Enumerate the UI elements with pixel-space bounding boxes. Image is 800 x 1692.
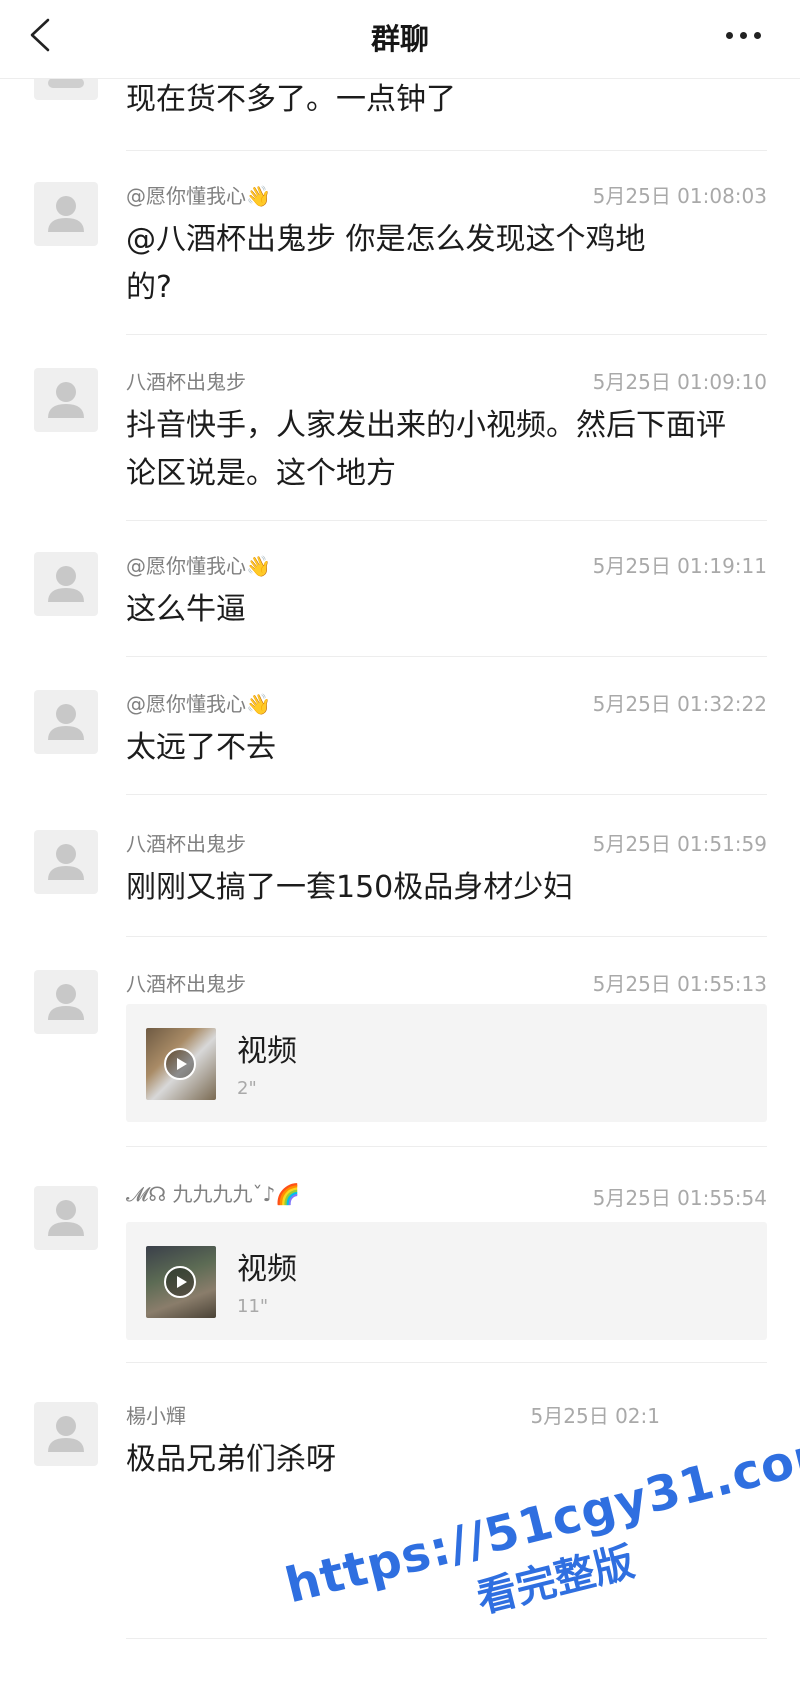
sender-name[interactable]: 八酒杯出鬼步 [126,828,246,857]
sender-name[interactable]: 楊小輝 [126,1400,186,1429]
message-time: 5月25日 01:51:59 [592,832,767,856]
nav-header: 群聊 [0,0,800,79]
video-label: 视频 [237,1034,297,1069]
avatar[interactable] [34,1402,98,1466]
sender-name[interactable]: @愿你懂我心👋 [126,180,271,209]
watermark: https://51cgy31.com 看完整版 [280,1421,800,1690]
person-icon [48,196,84,232]
message-divider [126,1362,767,1363]
avatar[interactable] [34,690,98,754]
message-text: 抖音快手，人家发出来的小视频。然后下面评论区说是。这个地方 [126,408,726,491]
video-duration: 2" [237,1078,257,1099]
avatar[interactable] [34,970,98,1034]
wave-icon: 👋 [246,554,271,578]
watermark-subtitle: 看完整版 [472,1538,639,1623]
message-time: 5月25日 01:55:54 [592,1186,767,1210]
message-text: 现在货不多了。一点钟了 [126,82,456,117]
sender-name[interactable]: @愿你懂我心👋 [126,688,271,717]
play-icon [164,1266,196,1298]
avatar[interactable] [34,552,98,616]
video-thumbnail[interactable] [146,1246,216,1318]
person-icon [48,382,84,418]
play-icon [164,1048,196,1080]
message-divider [126,794,767,795]
sender-name[interactable]: 八酒杯出鬼步 [126,366,246,395]
message-text: 这么牛逼 [126,592,246,627]
sender-name[interactable]: @愿你懂我心👋 [126,550,271,579]
message-divider [126,150,767,151]
more-button[interactable] [714,12,774,58]
video-thumbnail[interactable] [146,1028,216,1100]
message-divider [126,656,767,657]
video-label: 视频 [237,1252,297,1287]
message-time: 5月25日 01:19:11 [592,554,767,578]
message-time: 5月25日 02:1 [530,1404,660,1428]
message-divider [126,520,767,521]
avatar[interactable] [34,182,98,246]
rainbow-icon: ˇ♪🌈 [252,1182,301,1206]
message-divider [126,1146,767,1147]
avatar[interactable] [34,830,98,894]
message-divider [126,334,767,335]
person-icon [48,566,84,602]
avatar[interactable] [34,368,98,432]
message-time: 5月25日 01:09:10 [592,370,767,394]
video-message[interactable]: 视频 2" [126,1004,767,1122]
message-text: @八酒杯出鬼步 你是怎么发现这个鸡地的? [126,222,646,305]
page-title: 群聊 [370,22,429,56]
person-icon [48,1200,84,1236]
wave-icon: 👋 [246,184,271,208]
video-duration: 11" [237,1296,269,1317]
person-icon [48,984,84,1020]
message-time: 5月25日 01:55:13 [592,972,767,996]
message-text: 太远了不去 [126,730,276,765]
message-text: 极品兄弟们杀呀 [126,1442,336,1477]
message-text: 刚刚又搞了一套150极品身材少妇 [126,870,574,905]
sender-name[interactable]: 八酒杯出鬼步 [126,968,246,997]
message-time: 5月25日 01:32:22 [592,692,767,716]
person-icon [48,1416,84,1452]
message-divider [126,1638,767,1639]
person-icon [48,704,84,740]
video-message[interactable]: 视频 11" [126,1222,767,1340]
message-time: 5月25日 01:08:03 [592,184,767,208]
message-divider [126,936,767,937]
person-icon [48,844,84,880]
wave-icon: 👋 [246,692,271,716]
sender-name[interactable]: 𝓜☊ 九九九九ˇ♪🌈 [126,1178,300,1207]
avatar[interactable] [34,1186,98,1250]
